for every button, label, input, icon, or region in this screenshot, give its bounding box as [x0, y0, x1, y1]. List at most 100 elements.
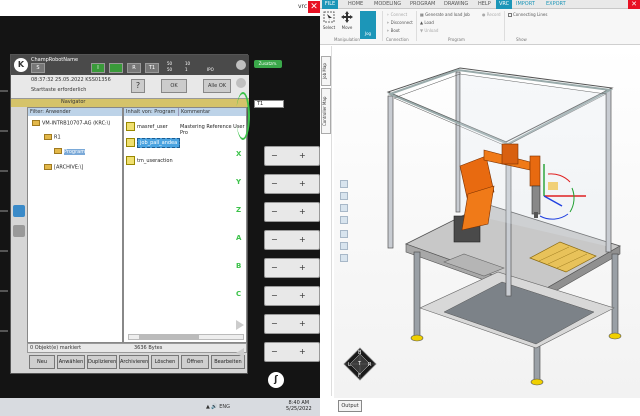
kuka-logo-icon[interactable]: K	[14, 58, 28, 72]
view-tool-icon[interactable]	[340, 180, 348, 188]
view-tool-icon[interactable]	[340, 216, 348, 224]
all-ok-button[interactable]: Alle OK	[203, 79, 231, 93]
kuka-main-menu-button[interactable]: ʃ	[268, 372, 284, 388]
view-tool-icon[interactable]	[340, 192, 348, 200]
jog-button[interactable]: Jog	[360, 11, 376, 39]
jog-key-b[interactable]: − +	[264, 258, 320, 278]
close-icon[interactable]: ✕	[628, 0, 640, 9]
3d-viewport[interactable]	[334, 46, 640, 398]
boot-button[interactable]: ⚬ Boot	[386, 28, 400, 33]
generate-load-job-button[interactable]: ▦ Generate and load Job	[420, 12, 470, 17]
start-backward-icon[interactable]	[236, 348, 244, 358]
softkey-archive[interactable]: Archivieren	[119, 355, 149, 369]
message-time: 08:37:32 25.05.2022 KSS01356	[31, 77, 111, 83]
smartpad-screen: K ChampRobotName S I R T1 50 50 10 1 IPO…	[10, 54, 249, 374]
speed-top: 50	[167, 61, 173, 66]
ribbon-tabs: FILE HOME MODELING PROGRAM DRAWING HELP …	[320, 0, 640, 9]
status-s[interactable]: S	[31, 63, 45, 73]
tree-node-root[interactable]: VM-INTRB10707-AG (KRC:\)	[32, 120, 110, 127]
navcube-top[interactable]: T	[358, 361, 361, 367]
help-button[interactable]: ?	[131, 79, 145, 93]
tool-icon[interactable]	[13, 225, 25, 237]
table-foot	[530, 378, 544, 386]
tab-import[interactable]: IMPORT	[516, 1, 535, 7]
navcube-left[interactable]: L	[348, 362, 351, 368]
jog-key-8[interactable]: − +	[264, 342, 320, 362]
status-t1[interactable]: T1	[145, 63, 159, 73]
select-button[interactable]: Select	[322, 11, 336, 30]
unload-button[interactable]: ▼ Unload	[420, 28, 438, 33]
softkey-select[interactable]: Anwählen	[57, 355, 85, 369]
tab-home[interactable]: HOME	[348, 1, 363, 7]
close-icon[interactable]: ✕	[308, 1, 320, 13]
status-r-light[interactable]	[109, 63, 123, 73]
gear-icon[interactable]	[236, 78, 246, 88]
navcube-right[interactable]: R	[368, 362, 371, 368]
move-button[interactable]: Move	[340, 11, 354, 30]
tab-file[interactable]: FILE	[322, 0, 338, 9]
view-tool-icon[interactable]	[340, 254, 348, 262]
status-r[interactable]: R	[127, 63, 141, 73]
directory-tree: Filter: Anwender VM-INTRB10707-AG (KRC:\…	[27, 107, 123, 343]
disconnect-button[interactable]: ⚬ Disconnect	[386, 20, 413, 25]
file-list: Inhalt von: Program Kommentar masref_use…	[123, 107, 247, 343]
file-row[interactable]: tm_useraction	[126, 156, 173, 170]
viewport-toolstrip	[340, 180, 350, 270]
load-button[interactable]: ▲ Load	[420, 20, 434, 25]
view-tool-icon[interactable]	[340, 242, 348, 250]
axis-label-b: B	[236, 262, 242, 270]
output-panel-button[interactable]: Output	[338, 400, 362, 412]
view-tool-icon[interactable]	[340, 230, 348, 238]
softkey-duplicate[interactable]: Duplizieren	[87, 355, 117, 369]
ribbon-vrc: Select Move Jog ⚬ Connect ⚬ Disconnect ⚬…	[320, 9, 640, 45]
tab-vrc[interactable]: VRC	[496, 0, 513, 9]
connect-button[interactable]: ⚬ Connect	[386, 12, 407, 17]
tree-node-program[interactable]: Program	[54, 148, 86, 155]
jog-mode-select[interactable]: T1	[254, 100, 284, 108]
tab-drawing[interactable]: DRAWING	[444, 1, 468, 7]
jog-key-7[interactable]: − +	[264, 314, 320, 334]
navcube-front[interactable]: F	[358, 373, 361, 379]
softkey-new[interactable]: Neu	[29, 355, 55, 369]
tree-node-r1[interactable]: R1	[44, 134, 61, 141]
softkey-delete[interactable]: Löschen	[151, 355, 179, 369]
gear-icon[interactable]	[236, 60, 246, 70]
tab-export[interactable]: EXPORT	[546, 1, 566, 7]
program-file-icon	[126, 156, 135, 165]
program-file-icon	[126, 138, 135, 147]
navigation-cube[interactable]: B L T R F	[342, 346, 378, 390]
navigator-header: Navigator	[11, 99, 249, 107]
jog-key-c[interactable]: − +	[264, 286, 320, 306]
side-icons	[11, 205, 27, 285]
tab-program[interactable]: PROGRAM	[410, 1, 435, 7]
file-col-name[interactable]: Inhalt von: Program	[124, 108, 178, 116]
file-row-selected[interactable]: job_pall_andea	[126, 138, 181, 152]
record-button[interactable]: ● Record	[482, 12, 501, 17]
jog-key-x[interactable]: − +	[264, 146, 320, 166]
file-status-bar: 0 Objekt(e) markiert 3636 Bytes	[27, 343, 247, 353]
start-forward-icon[interactable]	[236, 320, 244, 330]
tab-help[interactable]: HELP	[478, 1, 491, 7]
connecting-lines-checkbox[interactable]: Connecting Lines	[508, 12, 547, 17]
file-row[interactable]: masref_user	[126, 122, 168, 136]
softkey-open[interactable]: Öffnen	[181, 355, 209, 369]
jog-key-a[interactable]: − +	[264, 230, 320, 250]
jog-key-z[interactable]: − +	[264, 202, 320, 222]
view-tool-icon[interactable]	[340, 204, 348, 212]
aux-display-button[interactable]: Zusatzm.	[254, 60, 282, 68]
horizontal-scrollbar[interactable]	[128, 334, 244, 340]
status-bar: K ChampRobotName S I R T1 50 50 10 1 IPO	[11, 55, 249, 75]
jog-key-y[interactable]: − +	[264, 174, 320, 194]
navcube-back[interactable]: B	[358, 350, 361, 356]
system-tray[interactable]: ▲ 🔊 ENG	[206, 404, 230, 410]
tab-job-map[interactable]: Job Map	[321, 56, 331, 86]
ok-button[interactable]: OK	[161, 79, 187, 93]
robot-icon[interactable]	[13, 205, 25, 217]
tab-modeling[interactable]: MODELING	[374, 1, 401, 7]
status-i[interactable]: I	[91, 63, 105, 73]
taskbar-clock[interactable]: 8:40 AM 5/25/2022	[286, 400, 312, 412]
tree-node-archive[interactable]: [ARCHIVE:\]	[44, 164, 83, 171]
selection-count: 0 Objekt(e) markiert	[30, 345, 82, 351]
group-connection: Connection	[386, 37, 409, 42]
tab-controller-map[interactable]: Controller Map	[321, 88, 331, 134]
